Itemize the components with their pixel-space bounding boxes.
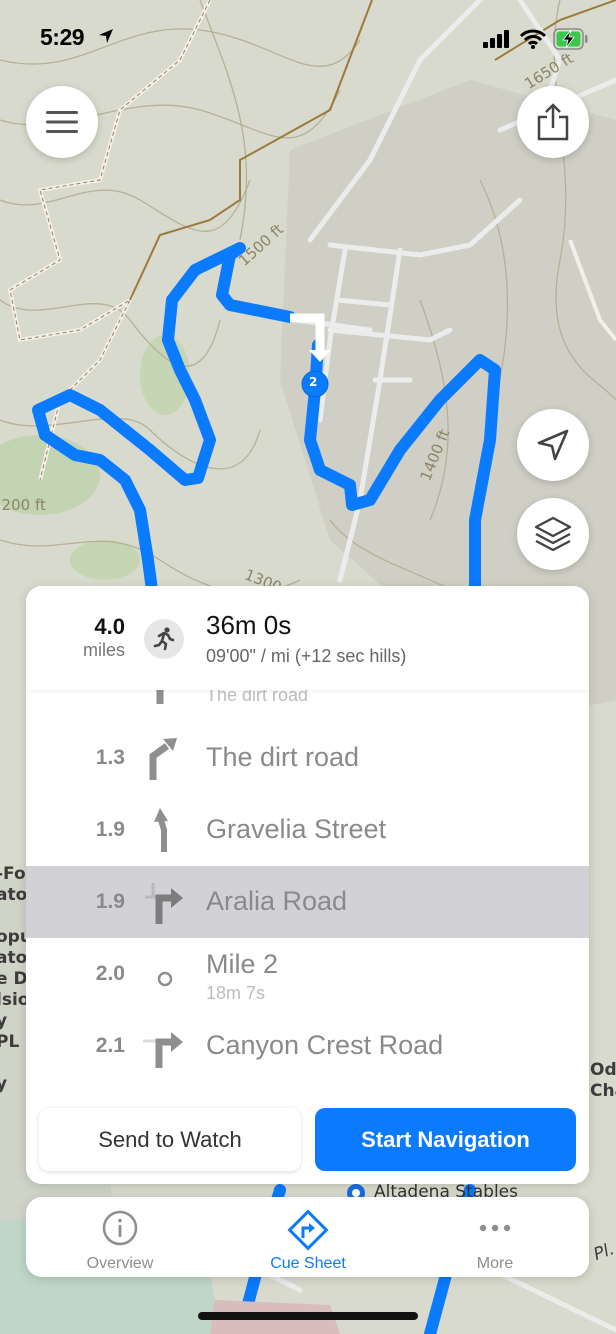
cue-name: Canyon Crest Road xyxy=(206,1030,444,1060)
cue-subtitle: 18m 7s xyxy=(206,983,266,1003)
pace-info: 09'00" / mi (+12 sec hills) xyxy=(206,646,407,666)
map-layers-button[interactable] xyxy=(517,498,589,570)
cue-distance: 1.9 xyxy=(95,890,125,913)
navigation-arrow-icon xyxy=(537,429,569,461)
share-icon xyxy=(537,103,569,141)
info-circle-icon xyxy=(102,1210,138,1246)
wifi-icon xyxy=(519,29,547,54)
start-navigation-button[interactable]: Start Navigation xyxy=(315,1108,576,1171)
activity-type-button[interactable] xyxy=(144,619,184,659)
cue-sheet-panel: 4.0 miles 36m 0s 09'00" / mi (+12 sec hi… xyxy=(26,586,589,1184)
cue-name: The dirt road xyxy=(206,742,360,772)
tab-label: Cue Sheet xyxy=(270,1255,346,1272)
cellular-signal-icon xyxy=(483,30,511,53)
cue-distance: 2.1 xyxy=(95,1034,125,1057)
cue-name: Gravelia Street xyxy=(206,814,387,844)
contour-label: 1200 ft xyxy=(0,496,46,514)
tab-bar: Overview Cue Sheet More xyxy=(26,1197,589,1277)
mile-marker-icon xyxy=(157,971,173,987)
route-summary: 4.0 miles 36m 0s 09'00" / mi (+12 sec hi… xyxy=(26,586,589,690)
status-bar: 5:29 xyxy=(0,0,616,70)
tab-label: More xyxy=(476,1255,514,1272)
action-bar: Send to Watch Start Navigation xyxy=(26,1098,589,1184)
cue-row[interactable]: 2.0 Mile 2 18m 7s xyxy=(26,938,589,1010)
cue-row-selected[interactable]: 1.9 Aralia Road xyxy=(26,866,589,938)
cue-name: Mile 2 xyxy=(206,949,279,979)
estimated-duration: 36m 0s xyxy=(206,610,292,640)
tab-more[interactable]: More xyxy=(401,1197,589,1277)
turn-right-icon xyxy=(143,1032,183,1068)
cue-row[interactable]: 1.9 Gravelia Street xyxy=(26,794,589,866)
map-edge-label-right: Od Cha xyxy=(590,1060,616,1101)
cue-distance: 1.3 xyxy=(95,746,125,769)
tab-label: Overview xyxy=(86,1255,154,1272)
distance-unit: miles xyxy=(82,640,125,660)
turn-sign-icon xyxy=(287,1209,329,1251)
cue-name: Aralia Road xyxy=(206,886,348,916)
location-arrow-icon xyxy=(98,28,114,49)
locate-me-button[interactable] xyxy=(517,409,589,481)
battery-charging-icon xyxy=(553,28,589,55)
cue-distance: 1.9 xyxy=(95,818,125,841)
continue-straight-icon xyxy=(154,808,168,852)
cue-row[interactable]: 1.3 The dirt road xyxy=(26,722,589,794)
mile-marker-label: 2 xyxy=(309,375,318,389)
layers-icon xyxy=(534,516,572,552)
more-dots-icon xyxy=(479,1224,511,1232)
running-person-icon xyxy=(153,627,175,651)
tab-cue-sheet[interactable]: Cue Sheet xyxy=(214,1197,402,1277)
status-time: 5:29 xyxy=(40,24,85,50)
hamburger-menu-icon xyxy=(46,111,78,133)
tab-overview[interactable]: Overview xyxy=(26,1197,214,1277)
menu-button[interactable] xyxy=(26,86,98,158)
cue-row[interactable]: 2.1 Canyon Crest Road xyxy=(26,1010,589,1082)
cue-list[interactable]: 1.2 Fern Truck Trail The dirt road 1.3 T… xyxy=(26,645,589,1082)
send-to-watch-button[interactable]: Send to Watch xyxy=(39,1108,301,1171)
home-indicator[interactable] xyxy=(198,1312,418,1320)
turn-right-icon xyxy=(145,883,183,924)
cue-distance: 2.0 xyxy=(95,962,125,985)
bear-right-icon xyxy=(149,738,177,780)
distance-value: 4.0 xyxy=(94,614,125,639)
share-button[interactable] xyxy=(517,86,589,158)
total-distance: 4.0 miles xyxy=(83,614,125,660)
